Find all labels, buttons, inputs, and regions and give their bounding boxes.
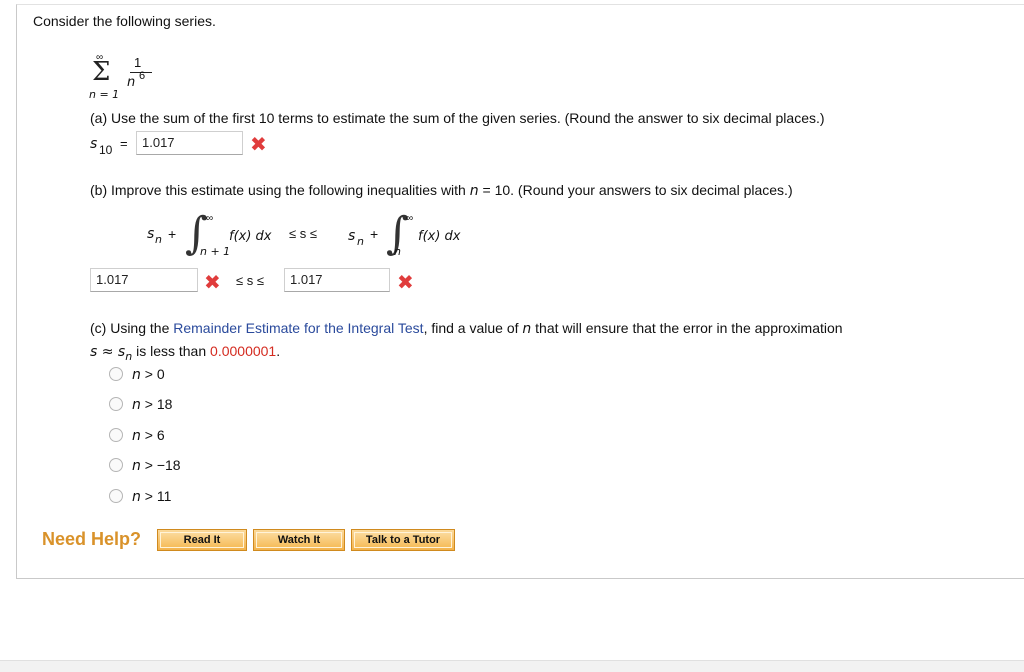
series-numerator: 1 — [134, 55, 142, 70]
part-b-leq-between: ≤ s ≤ — [236, 273, 264, 288]
option-label-4: n > −18 — [132, 457, 181, 474]
part-b-text: (b) Improve this estimate using the foll… — [90, 182, 793, 199]
option-label-2: n > 18 — [132, 396, 173, 413]
integral-left-lower: n + 1 — [200, 245, 231, 258]
integral-right-integrand: f(x) dx — [418, 229, 461, 244]
option-radio-3[interactable] — [109, 428, 123, 442]
intro-text: Consider the following series. — [33, 13, 216, 29]
part-a-label-sub: 10 — [99, 143, 113, 157]
formula-plus-right: + — [370, 226, 379, 242]
part-c-text-line2: s ≈ sn is less than 0.0000001. — [90, 343, 281, 363]
sigma-symbol: Σ — [92, 57, 111, 87]
option-radio-1[interactable] — [109, 367, 123, 381]
option-label-3: n > 6 — [132, 427, 165, 444]
formula-plus-left: + — [168, 226, 177, 242]
talk-to-tutor-button[interactable]: Talk to a Tutor — [351, 529, 455, 551]
integral-left-upper: ∞ — [206, 213, 214, 224]
error-threshold: 0.0000001 — [210, 343, 277, 359]
read-it-button[interactable]: Read It — [157, 529, 247, 551]
option-radio-4[interactable] — [109, 458, 123, 472]
series-denominator-var: n — [127, 75, 136, 90]
integral-right-upper: ∞ — [406, 213, 414, 224]
option-label-5: n > 11 — [132, 488, 172, 505]
option-label-1: n > 0 — [132, 366, 165, 383]
series-denominator-exp: 6 — [139, 70, 146, 82]
part-b-lower-incorrect-icon: ✖ — [204, 272, 221, 294]
formula-sub-n-left: n — [155, 233, 162, 246]
part-a-text: (a) Use the sum of the first 10 terms to… — [90, 110, 825, 126]
option-radio-5[interactable] — [109, 489, 123, 503]
part-b-upper-bound-input[interactable]: 1.017 — [284, 268, 390, 292]
part-b-lower-bound-input[interactable]: 1.017 — [90, 268, 198, 292]
part-b-upper-incorrect-icon: ✖ — [397, 272, 414, 294]
formula-leq-chain: ≤ s ≤ — [289, 226, 317, 241]
part-c-text: (c) Using the Remainder Estimate for the… — [90, 320, 843, 337]
watch-it-button[interactable]: Watch It — [253, 529, 345, 551]
formula-s-right: s — [348, 228, 356, 244]
part-a-answer-input[interactable]: 1.017 — [136, 131, 243, 155]
part-a-equals: = — [120, 136, 128, 151]
part-a-incorrect-icon: ✖ — [250, 134, 267, 156]
remainder-estimate-link[interactable]: Remainder Estimate for the Integral Test — [173, 320, 423, 336]
integral-left-integrand: f(x) dx — [229, 229, 272, 244]
formula-s-left: s — [147, 226, 155, 242]
option-radio-2[interactable] — [109, 397, 123, 411]
page-footer-strip — [0, 660, 1024, 672]
integral-right-lower: n — [394, 245, 401, 258]
need-help-label: Need Help? — [42, 529, 142, 549]
formula-sub-n-right: n — [357, 235, 364, 248]
part-a-label-s: s — [90, 136, 98, 152]
series-lower-limit: n = 1 — [89, 88, 120, 101]
